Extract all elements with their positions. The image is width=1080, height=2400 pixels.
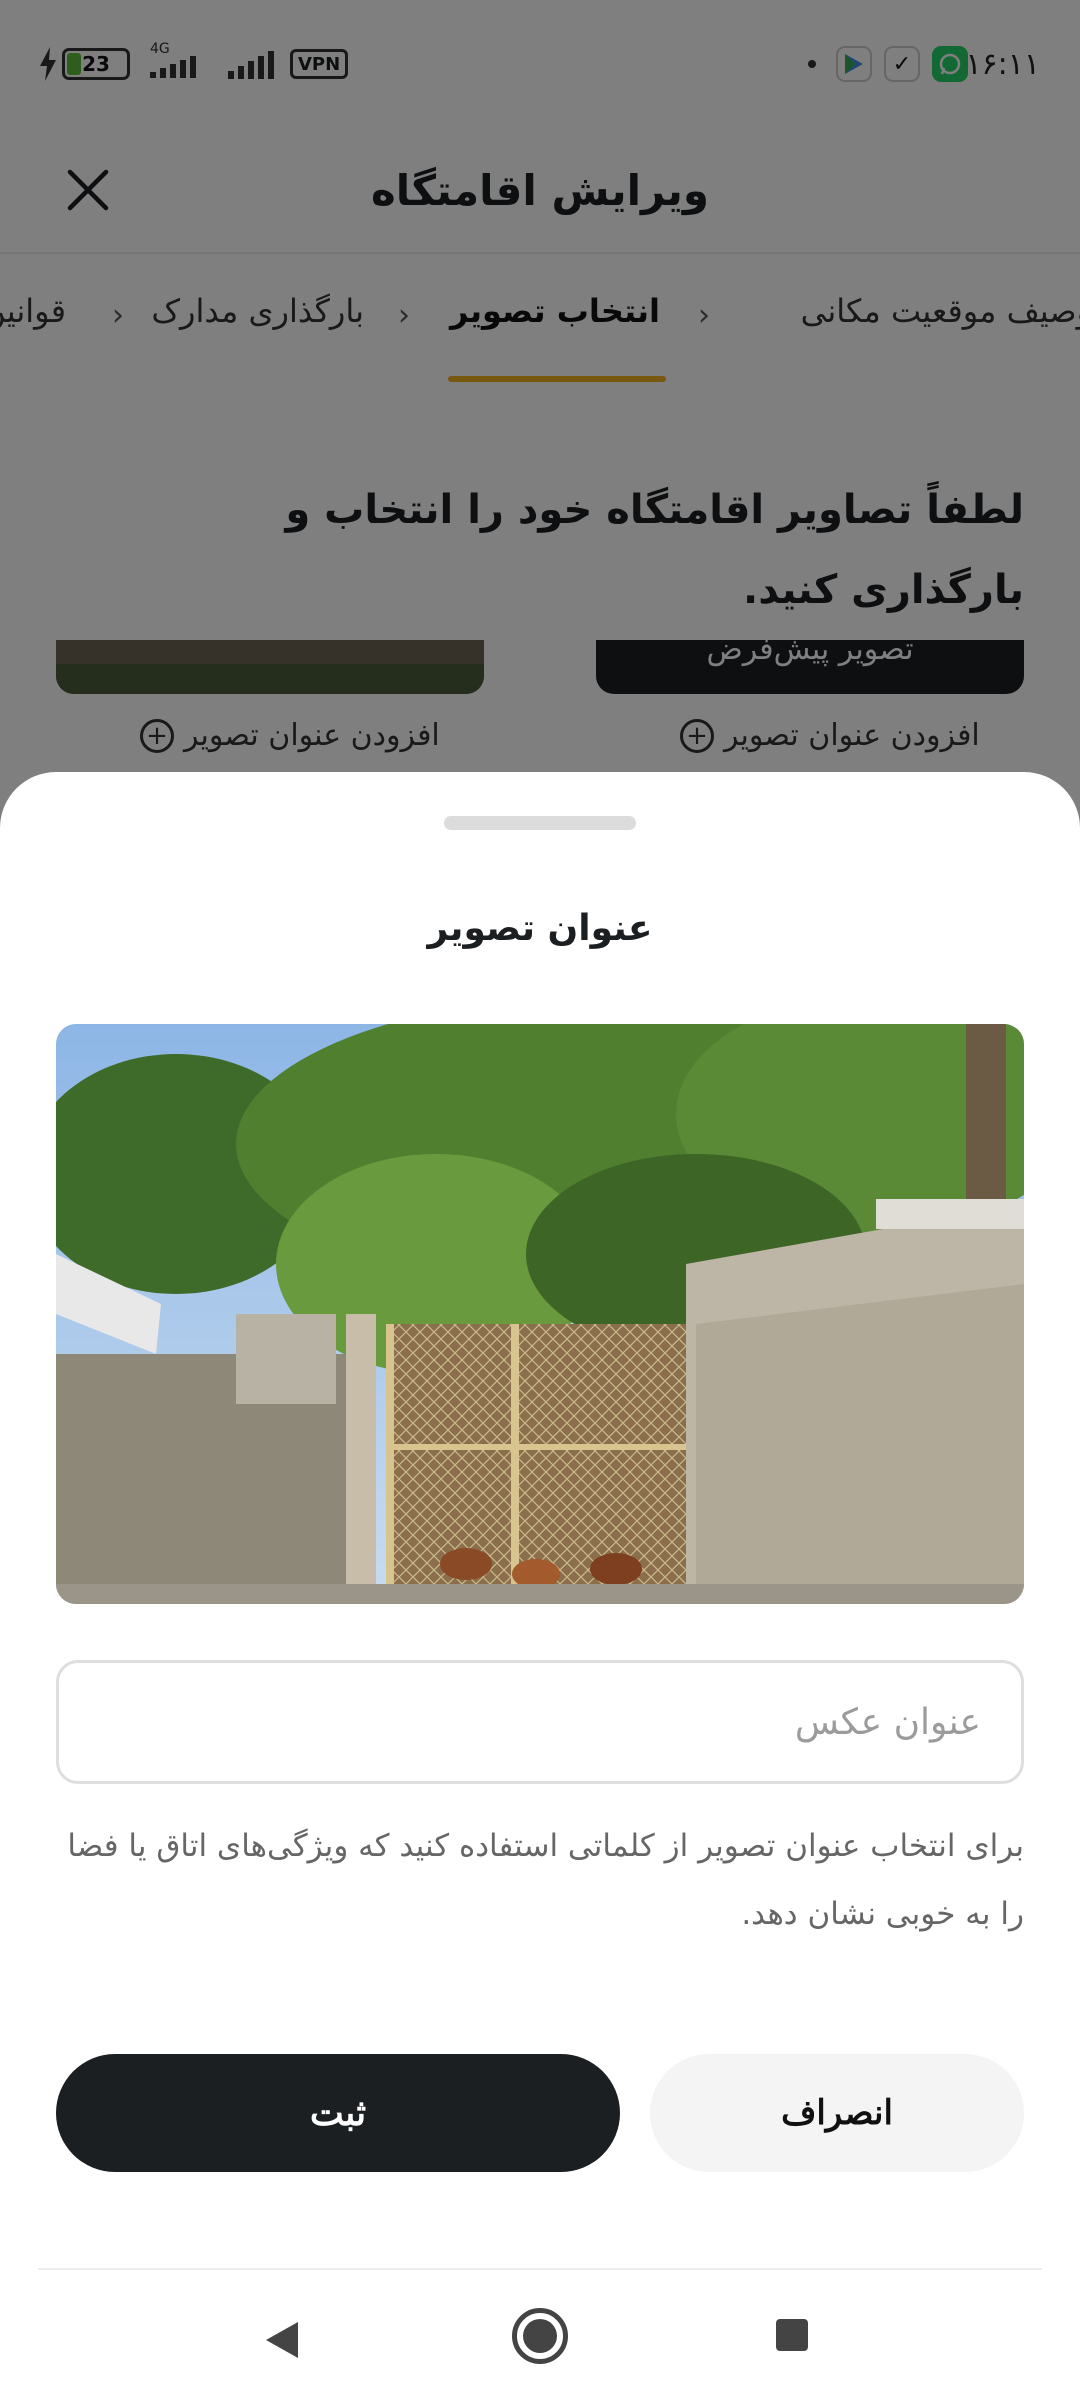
sheet-drag-handle[interactable]	[444, 816, 636, 830]
nav-divider	[38, 2268, 1042, 2270]
sheet-title: عنوان تصویر	[427, 908, 653, 949]
home-circle-icon	[523, 2319, 557, 2353]
title-hint: برای انتخاب عنوان تصویر از کلماتی استفاد…	[67, 1828, 1024, 1932]
image-title-sheet: عنوان تصویر عنوان عکس برای انتخاب عنوان …	[0, 772, 1080, 2400]
photo-title-input[interactable]	[56, 1660, 1024, 1784]
selected-photo	[56, 1024, 1024, 1604]
submit-button[interactable]: ثبت	[56, 2054, 620, 2172]
back-triangle-icon	[266, 2322, 298, 2358]
cancel-button[interactable]: انصراف	[650, 2054, 1024, 2172]
nav-recents-button[interactable]	[776, 2319, 808, 2351]
nav-home-button[interactable]	[512, 2308, 568, 2364]
nav-back-button[interactable]	[264, 2320, 300, 2364]
